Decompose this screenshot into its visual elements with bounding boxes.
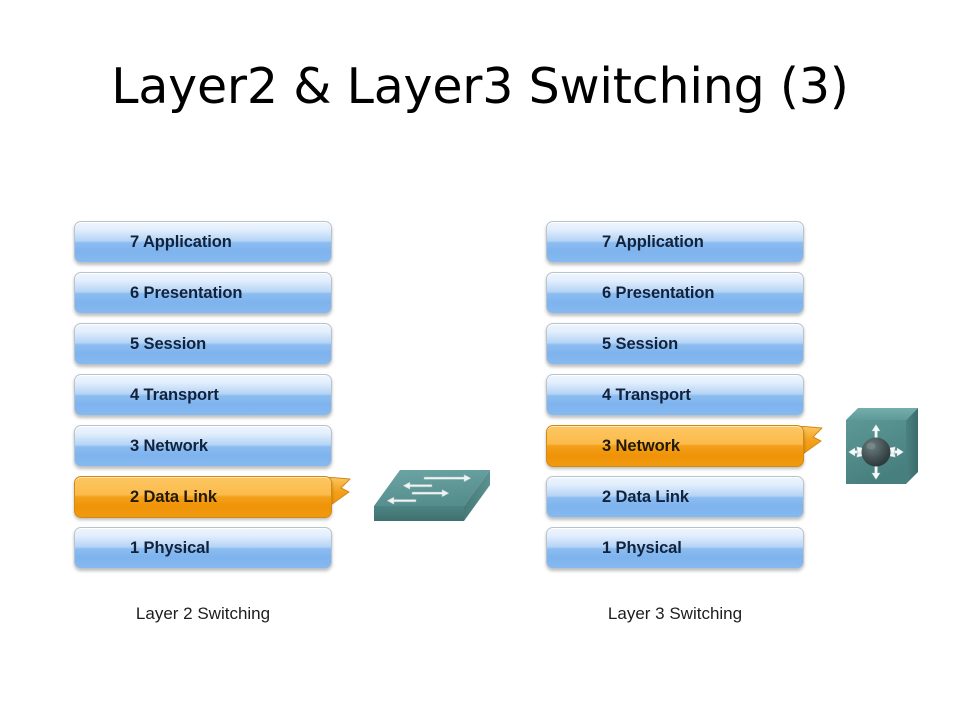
layer2-switch-icon <box>370 462 494 532</box>
osi-layer-4[interactable]: 4 Transport <box>74 374 332 416</box>
osi-layer-label: 3 Network <box>130 436 208 455</box>
osi-layer-label: 7 Application <box>130 232 232 251</box>
osi-layer-label: 2 Data Link <box>130 487 217 506</box>
osi-layer-7[interactable]: 7 Application <box>546 221 804 263</box>
osi-layer-row: 1 Physical <box>74 527 332 569</box>
osi-layer-2[interactable]: 2 Data Link <box>546 476 804 518</box>
osi-layer-1[interactable]: 1 Physical <box>546 527 804 569</box>
osi-layer-2[interactable]: 2 Data Link <box>74 476 332 518</box>
osi-layer-3[interactable]: 3 Network <box>74 425 332 467</box>
osi-layer-3[interactable]: 3 Network <box>546 425 804 467</box>
osi-layer-7[interactable]: 7 Application <box>74 221 332 263</box>
osi-layer-label: 5 Session <box>130 334 207 353</box>
osi-layer-label: 5 Session <box>602 334 679 353</box>
osi-layer-label: 2 Data Link <box>602 487 689 506</box>
osi-layer-row: 2 Data Link <box>546 476 804 518</box>
osi-layer-row: 4 Transport <box>74 374 332 416</box>
osi-layer-5[interactable]: 5 Session <box>546 323 804 365</box>
caption-layer2-switching: Layer 2 Switching <box>135 604 271 623</box>
osi-layer-row: 5 Session <box>546 323 804 365</box>
osi-layer-label: 3 Network <box>602 436 680 455</box>
osi-layer-6[interactable]: 6 Presentation <box>74 272 332 314</box>
osi-layer-row: 4 Transport <box>546 374 804 416</box>
osi-layer-4[interactable]: 4 Transport <box>546 374 804 416</box>
osi-layer-row: 3 Network <box>74 425 332 467</box>
osi-layer-row: 6 Presentation <box>546 272 804 314</box>
caption-layer3-switching: Layer 3 Switching <box>607 604 743 623</box>
osi-layer-label: 4 Transport <box>130 385 219 404</box>
osi-layer-row: 3 Network <box>546 425 823 467</box>
osi-layer-1[interactable]: 1 Physical <box>74 527 332 569</box>
osi-layer-label: 1 Physical <box>602 538 682 557</box>
osi-layer-row: 2 Data Link <box>74 476 351 518</box>
osi-layer-label: 7 Application <box>602 232 704 251</box>
osi-layer-row: 7 Application <box>74 221 332 263</box>
page-title: Layer2 & Layer3 Switching (3) <box>111 58 849 115</box>
osi-layer-row: 1 Physical <box>546 527 804 569</box>
osi-layer-label: 6 Presentation <box>130 283 243 302</box>
osi-layer-label: 4 Transport <box>602 385 691 404</box>
osi-layer-row: 6 Presentation <box>74 272 332 314</box>
osi-layer-label: 1 Physical <box>130 538 210 557</box>
osi-layer-6[interactable]: 6 Presentation <box>546 272 804 314</box>
osi-layer-label: 6 Presentation <box>602 283 715 302</box>
osi-layer-row: 7 Application <box>546 221 804 263</box>
osi-stack-layer2: 7 Application 6 Presentation 5 Session 4 Tr… <box>74 221 351 578</box>
osi-layer-5[interactable]: 5 Session <box>74 323 332 365</box>
osi-layer-row: 5 Session <box>74 323 332 365</box>
layer3-switch-icon <box>832 406 922 498</box>
osi-stack-layer3: 7 Application 6 Presentation 5 Session 4 Tr… <box>546 221 823 578</box>
